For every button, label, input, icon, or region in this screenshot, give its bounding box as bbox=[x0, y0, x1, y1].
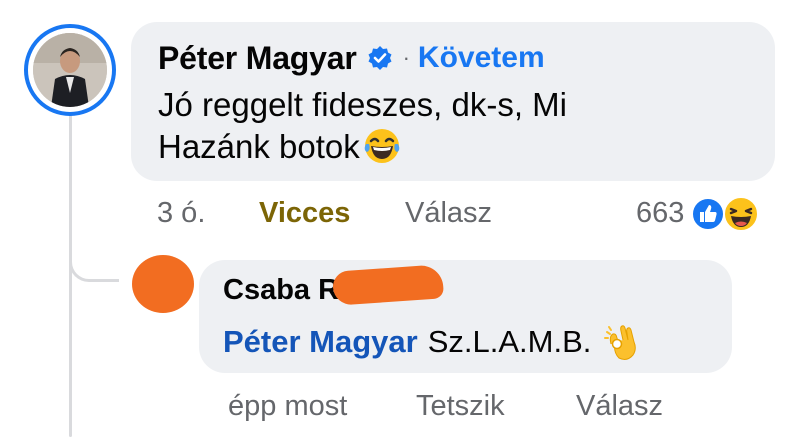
thread-connector bbox=[69, 230, 119, 282]
comment-bubble: Péter Magyar · Követem Jó reggelt fidesz… bbox=[131, 22, 775, 181]
like-icon bbox=[690, 196, 726, 240]
reply-bubble: Csaba R Péter Magyar Sz.L.A.M.B. bbox=[199, 260, 732, 373]
reply-header: Csaba R bbox=[223, 264, 708, 312]
reply-reply-button[interactable]: Válasz bbox=[576, 390, 663, 423]
reply-button[interactable]: Válasz bbox=[405, 197, 492, 230]
like-button[interactable]: Tetszik bbox=[416, 390, 576, 423]
comment-timestamp[interactable]: 3 ó. bbox=[157, 197, 259, 230]
follow-button[interactable]: Követem bbox=[418, 41, 545, 75]
comment-body: Jó reggelt fideszes, dk-s, Mi Hazánk bot… bbox=[158, 84, 618, 168]
author-avatar[interactable] bbox=[24, 24, 116, 116]
reaction-summary[interactable]: 663 bbox=[636, 192, 764, 234]
reply-actions: épp most Tetszik Válasz bbox=[228, 385, 663, 427]
redaction-mark bbox=[331, 264, 445, 306]
reaction-count: 663 bbox=[636, 196, 685, 229]
ok-hand-emoji-icon bbox=[603, 322, 641, 362]
separator-dot: · bbox=[402, 45, 410, 70]
comment-author-name[interactable]: Péter Magyar bbox=[158, 40, 357, 77]
avatar-photo bbox=[33, 33, 107, 107]
reply-body: Péter Magyar Sz.L.A.M.B. bbox=[223, 322, 708, 362]
reply-avatar[interactable] bbox=[132, 255, 194, 313]
comment-header: Péter Magyar · Követem bbox=[158, 38, 748, 78]
comment-actions: 3 ó. Vicces Válasz bbox=[157, 192, 492, 234]
haha-icon bbox=[722, 195, 760, 241]
reaction-icons bbox=[690, 193, 764, 233]
verified-badge-icon bbox=[367, 45, 393, 71]
reply-timestamp[interactable]: épp most bbox=[228, 390, 416, 423]
reply-text: Sz.L.A.M.B. bbox=[427, 324, 592, 359]
mention-link[interactable]: Péter Magyar bbox=[223, 324, 418, 360]
laughing-emoji-icon bbox=[362, 126, 402, 166]
reply-author-name[interactable]: Csaba R bbox=[223, 274, 339, 306]
reaction-button[interactable]: Vicces bbox=[259, 197, 405, 230]
